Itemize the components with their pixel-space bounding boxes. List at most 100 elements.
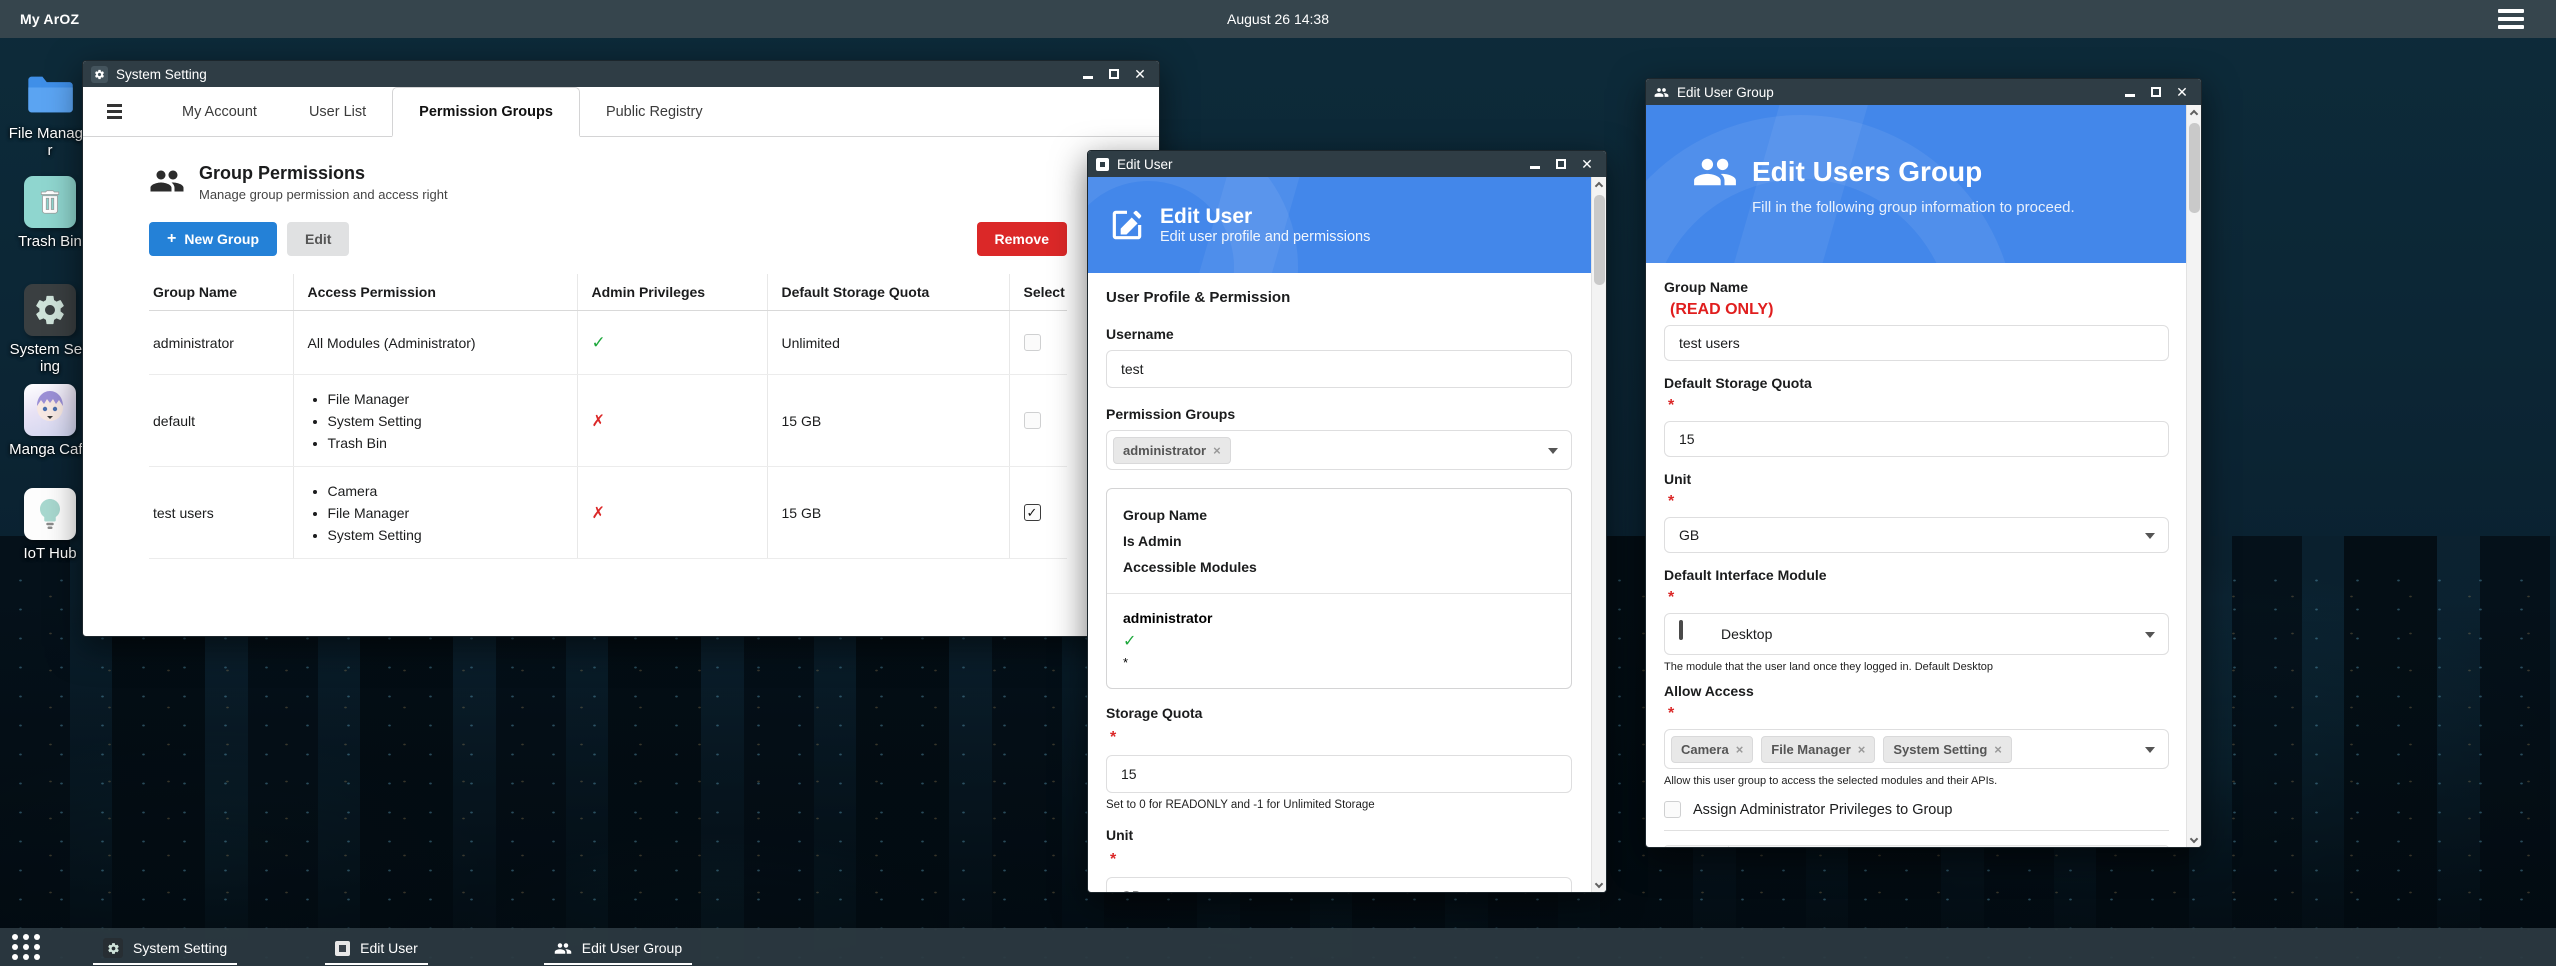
group-info-box: Group Name Is Admin Accessible Modules a…	[1106, 488, 1572, 689]
desktop-monitor-icon	[1679, 622, 1709, 646]
row-select-checkbox[interactable]	[1024, 412, 1041, 429]
module-tag[interactable]: System Setting×	[1883, 736, 2012, 763]
toolbar: + New Group Edit Remove	[149, 222, 1067, 256]
minimize-button[interactable]	[1522, 153, 1548, 175]
assign-admin-checkbox[interactable]	[1664, 801, 1681, 818]
desktop-icon-label: Manga Cafe	[8, 442, 92, 459]
scroll-up-icon[interactable]	[1595, 182, 1603, 190]
scrollbar-thumb[interactable]	[1594, 195, 1605, 285]
edit-user-titlebar[interactable]: Edit User ✕	[1088, 151, 1606, 177]
dialog-header: Edit Users Group Fill in the following g…	[1646, 105, 2201, 263]
scrollbar[interactable]	[2186, 105, 2201, 847]
quota-cell: 15 GB	[767, 467, 1009, 559]
desktop-icon-file-manager[interactable]: File Manager	[8, 68, 92, 159]
tab-user-list[interactable]: User List	[283, 87, 392, 136]
app-launcher-icon[interactable]	[12, 934, 41, 960]
minimize-button[interactable]	[1075, 63, 1101, 85]
desktop-icon-trash-bin[interactable]: Trash Bin	[8, 176, 92, 251]
module-table: # Module Name Camera	[1664, 845, 2169, 848]
dialog-subtitle: Fill in the following group information …	[1692, 199, 2201, 216]
module-tag[interactable]: Camera×	[1671, 736, 1753, 763]
edit-user-form: User Profile & Permission Username Permi…	[1088, 273, 1606, 893]
close-button[interactable]: ✕	[1127, 63, 1153, 85]
module-tag[interactable]: File Manager×	[1761, 736, 1875, 763]
desktop-icon-iot-hub[interactable]: IoT Hub	[8, 488, 92, 563]
desktop-icon-system-setting[interactable]: System Setting	[8, 284, 92, 375]
access-cell: All Modules (Administrator)	[293, 311, 577, 375]
column-header: Admin Privileges	[577, 274, 767, 311]
scroll-down-icon[interactable]	[1595, 880, 1603, 888]
new-group-button[interactable]: + New Group	[149, 222, 277, 256]
required-asterisk: *	[1668, 705, 1674, 722]
taskbar-item-edit-user-group[interactable]: Edit User Group	[544, 933, 692, 965]
taskbar-item-system-setting[interactable]: System Setting	[93, 933, 237, 965]
default-storage-quota-field[interactable]	[1664, 421, 2169, 457]
taskbar: System Setting Edit User Edit User Group	[0, 928, 2556, 966]
default-interface-module-label: Default Interface Module	[1664, 567, 2169, 583]
scroll-down-icon[interactable]	[2190, 835, 2198, 843]
tab-my-account[interactable]: My Account	[156, 87, 283, 136]
chip-remove-icon[interactable]: ×	[1213, 443, 1221, 458]
edit-user-group-titlebar[interactable]: Edit User Group ✕	[1646, 79, 2201, 105]
tab-public-registry[interactable]: Public Registry	[580, 87, 729, 136]
scrollbar[interactable]	[1591, 177, 1606, 892]
minimize-button[interactable]	[2117, 81, 2143, 103]
admin-check-icon: ✓	[592, 333, 606, 352]
chevron-down-icon	[2145, 632, 2155, 638]
username-field[interactable]	[1106, 350, 1572, 388]
tab-menu-icon[interactable]	[107, 104, 122, 119]
edit-pencil-icon	[1108, 206, 1146, 244]
edit-user-group-form: Group Name(READ ONLY) Default Storage Qu…	[1646, 263, 2201, 848]
manga-icon	[24, 384, 76, 436]
chip-remove-icon[interactable]: ×	[1736, 742, 1744, 757]
row-select-checkbox[interactable]: ✓	[1024, 504, 1041, 521]
group-name-cell: administrator	[149, 311, 293, 375]
chevron-down-icon	[2145, 533, 2155, 539]
taskbar-item-edit-user[interactable]: Edit User	[325, 933, 428, 965]
allow-access-label: Allow Access	[1664, 683, 2169, 699]
group-name-cell: test users	[149, 467, 293, 559]
bulb-icon	[24, 488, 76, 540]
row-select-checkbox[interactable]	[1024, 334, 1041, 351]
maximize-button[interactable]	[2143, 81, 2169, 103]
desktop-icon-label: IoT Hub	[8, 546, 92, 563]
unit-select[interactable]: GB	[1106, 877, 1572, 893]
hamburger-menu-icon[interactable]	[2498, 9, 2524, 29]
unit-select[interactable]: GB	[1664, 517, 2169, 553]
permission-groups-multiselect[interactable]: administrator ×	[1106, 430, 1572, 470]
close-button[interactable]: ✕	[2169, 81, 2195, 103]
tab-permission-groups[interactable]: Permission Groups	[392, 87, 580, 137]
edit-button[interactable]: Edit	[287, 222, 349, 256]
scrollbar-thumb[interactable]	[2189, 123, 2200, 213]
desktop-icon-manga-cafe[interactable]: Manga Cafe	[8, 384, 92, 459]
check-icon: ✓	[1027, 506, 1038, 519]
storage-quota-field[interactable]	[1106, 755, 1572, 793]
admin-cross-icon: ✗	[592, 413, 605, 430]
group-name-field[interactable]	[1664, 325, 2169, 361]
default-interface-module-select[interactable]: Desktop	[1664, 613, 2169, 655]
allow-access-multiselect[interactable]: Camera× File Manager× System Setting×	[1664, 729, 2169, 769]
group-tag[interactable]: administrator ×	[1113, 437, 1231, 464]
maximize-button[interactable]	[1548, 153, 1574, 175]
window-title: System Setting	[116, 67, 207, 82]
required-asterisk: *	[1668, 589, 1674, 606]
info-group-name: administrator	[1123, 606, 1555, 630]
system-setting-titlebar[interactable]: System Setting ✕	[83, 61, 1159, 87]
close-button[interactable]: ✕	[1574, 153, 1600, 175]
maximize-button[interactable]	[1101, 63, 1127, 85]
scroll-up-icon[interactable]	[2190, 110, 2198, 118]
chip-remove-icon[interactable]: ×	[1858, 742, 1866, 757]
dialog-title: Edit User	[1160, 205, 1370, 229]
info-field-label: Is Admin	[1123, 528, 1555, 554]
username-label: Username	[1106, 326, 1572, 342]
is-admin-check-icon: ✓	[1123, 630, 1555, 654]
divider	[1664, 830, 2169, 831]
required-asterisk: *	[1110, 729, 1116, 746]
remove-button[interactable]: Remove	[977, 222, 1067, 256]
module-list: Camera File Manager System Setting	[308, 480, 577, 546]
module-table-header: #	[1665, 846, 1729, 848]
storage-quota-helper: Set to 0 for READONLY and -1 for Unlimit…	[1106, 799, 1572, 811]
chevron-down-icon	[2145, 747, 2155, 753]
section-header: Group Permissions Manage group permissio…	[149, 163, 1067, 202]
chip-remove-icon[interactable]: ×	[1994, 742, 2002, 757]
